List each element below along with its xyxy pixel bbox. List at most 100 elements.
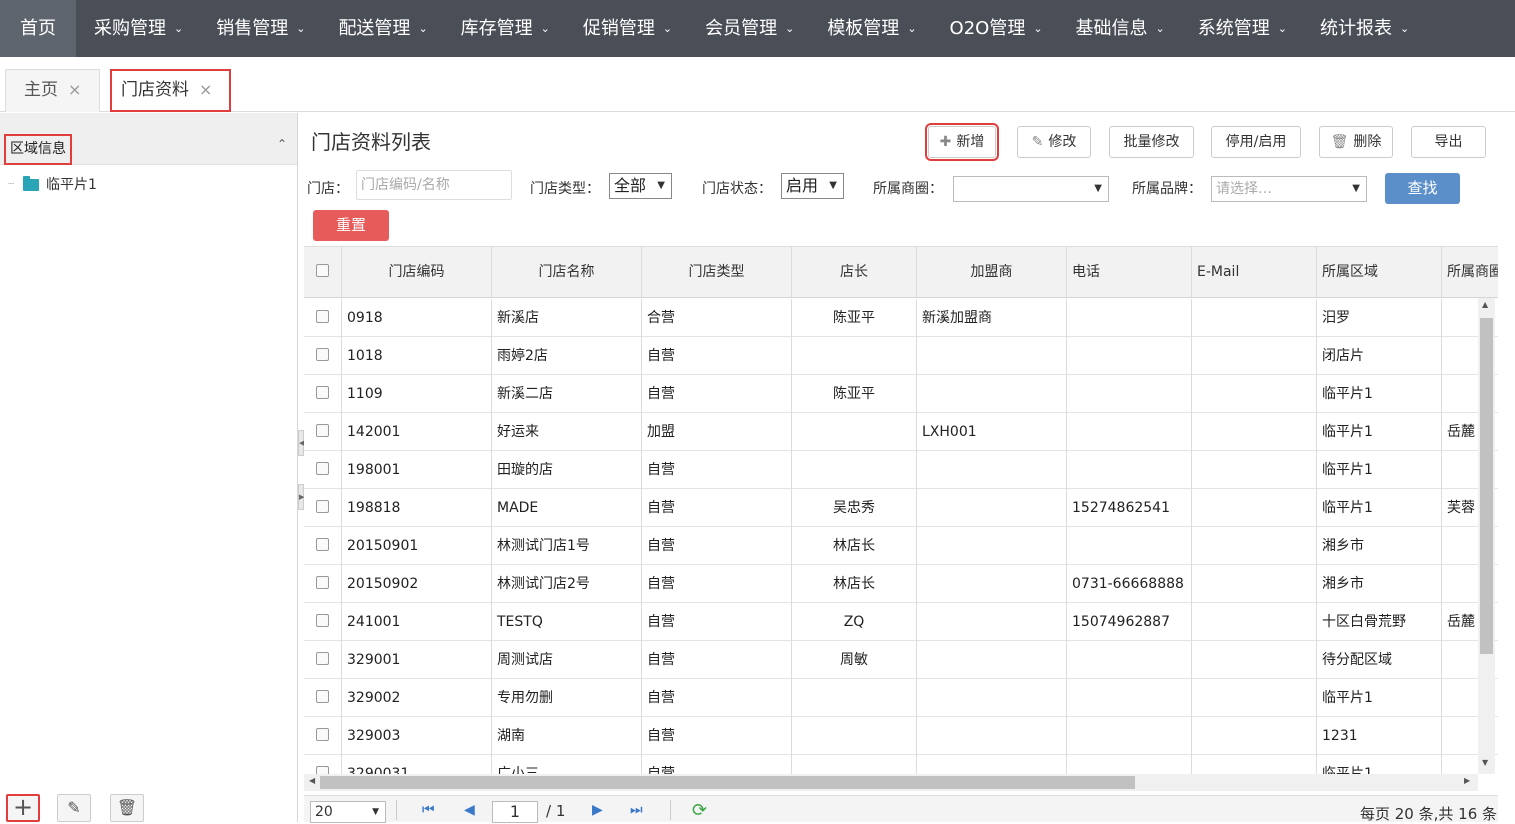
store-status-select[interactable]: 启用 ▼ bbox=[781, 173, 844, 199]
tree-node-region[interactable]: ┈ 临平片1 bbox=[8, 175, 97, 195]
tab-store-info[interactable]: 门店资料 × bbox=[110, 69, 231, 112]
nav-item[interactable]: 库存管理 ⌄ bbox=[443, 0, 565, 57]
row-checkbox[interactable] bbox=[316, 690, 329, 703]
column-header[interactable]: 门店名称 bbox=[492, 247, 642, 298]
nav-item-label: 配送管理 bbox=[338, 18, 411, 39]
table-row[interactable]: 241001 TESTQ 自营 ZQ 15074962887 十区白骨荒野 岳麓 bbox=[304, 603, 1498, 641]
column-header[interactable]: 门店编码 bbox=[342, 247, 492, 298]
tab-home[interactable]: 主页 × bbox=[5, 69, 100, 112]
delete-button[interactable]: 🗑 删除 bbox=[1319, 126, 1393, 158]
delete-button-label: 删除 bbox=[1353, 134, 1382, 150]
table-cell: MADE bbox=[492, 489, 642, 527]
batch-edit-button[interactable]: 批量修改 bbox=[1109, 126, 1194, 158]
store-type-select[interactable]: 全部 ▼ bbox=[609, 173, 672, 199]
row-checkbox[interactable] bbox=[316, 348, 329, 361]
nav-item[interactable]: 基础信息 ⌄ bbox=[1058, 0, 1180, 57]
column-header[interactable]: 所属区域 bbox=[1317, 247, 1442, 298]
edit-button[interactable]: ✎ 修改 bbox=[1017, 126, 1091, 158]
toggle-status-button[interactable]: 停用/启用 bbox=[1211, 126, 1301, 158]
dropdown-arrow-icon: ▼ bbox=[372, 807, 379, 817]
delete-region-button[interactable]: 🗑 bbox=[110, 794, 144, 822]
nav-item[interactable]: 统计报表 ⌄ bbox=[1302, 0, 1424, 57]
export-button[interactable]: 导出 bbox=[1411, 126, 1486, 158]
column-header[interactable]: 所属商圈 bbox=[1442, 247, 1498, 298]
collapse-icon[interactable]: ⌃ bbox=[277, 137, 287, 151]
row-select-cell bbox=[304, 299, 342, 337]
close-icon[interactable]: × bbox=[199, 80, 212, 99]
store-search-input[interactable]: 门店编码/名称 bbox=[356, 170, 512, 200]
column-header[interactable]: 门店类型 bbox=[642, 247, 792, 298]
new-button[interactable]: ✚ 新增 bbox=[925, 123, 999, 161]
table-cell bbox=[917, 717, 1067, 755]
first-page-icon[interactable]: ⏮ bbox=[422, 802, 435, 818]
row-checkbox[interactable] bbox=[316, 728, 329, 741]
table-row[interactable]: 198818 MADE 自营 吴忠秀 15274862541 临平片1 芙蓉 bbox=[304, 489, 1498, 527]
nav-item[interactable]: 会员管理 ⌄ bbox=[687, 0, 809, 57]
nav-item[interactable]: O2O管理 ⌄ bbox=[932, 0, 1058, 57]
table-row[interactable]: 329003 湖南 自营 1231 bbox=[304, 717, 1498, 755]
horizontal-scrollbar[interactable]: ◀ ▶ bbox=[304, 774, 1478, 791]
row-checkbox[interactable] bbox=[316, 500, 329, 513]
horizontal-scroll-thumb[interactable] bbox=[320, 776, 1135, 789]
store-status-value: 启用 bbox=[786, 176, 819, 195]
column-header[interactable]: 电话 bbox=[1067, 247, 1192, 298]
search-button[interactable]: 查找 bbox=[1385, 173, 1460, 204]
table-row[interactable]: 329001 周测试店 自营 周敏 待分配区域 bbox=[304, 641, 1498, 679]
scroll-left-icon[interactable]: ◀ bbox=[309, 776, 315, 785]
nav-item[interactable]: 销售管理 ⌄ bbox=[198, 0, 320, 57]
nav-item[interactable]: 模板管理 ⌄ bbox=[809, 0, 931, 57]
nav-item[interactable]: 促销管理 ⌄ bbox=[565, 0, 687, 57]
table-cell: 329002 bbox=[342, 679, 492, 717]
table-cell: 林店长 bbox=[792, 527, 917, 565]
column-header[interactable]: 店长 bbox=[792, 247, 917, 298]
row-checkbox[interactable] bbox=[316, 652, 329, 665]
next-page-icon[interactable]: ▶ bbox=[592, 802, 603, 818]
tree-connector: ┈ bbox=[8, 179, 16, 190]
refresh-icon[interactable]: ⟳ bbox=[692, 800, 707, 821]
last-page-icon[interactable]: ⏭ bbox=[630, 802, 643, 818]
row-checkbox[interactable] bbox=[316, 310, 329, 323]
row-checkbox[interactable] bbox=[316, 766, 329, 774]
nav-item[interactable]: 采购管理 ⌄ bbox=[76, 0, 198, 57]
reset-button[interactable]: 重置 bbox=[313, 210, 389, 241]
table-row[interactable]: 198001 田璇的店 自营 临平片1 bbox=[304, 451, 1498, 489]
row-checkbox[interactable] bbox=[316, 614, 329, 627]
close-icon[interactable]: × bbox=[68, 80, 81, 99]
brand-select[interactable]: 请选择… ▼ bbox=[1211, 176, 1367, 202]
edit-region-button[interactable]: ✎ bbox=[57, 794, 91, 822]
scroll-down-icon[interactable]: ▼ bbox=[1482, 758, 1488, 767]
row-checkbox[interactable] bbox=[316, 462, 329, 475]
table-cell: 自营 bbox=[642, 489, 792, 527]
business-circle-select[interactable]: ▼ bbox=[953, 176, 1109, 202]
column-header[interactable]: E-Mail bbox=[1192, 247, 1317, 298]
row-checkbox[interactable] bbox=[316, 386, 329, 399]
page-number-input[interactable]: 1 bbox=[492, 801, 538, 823]
row-checkbox[interactable] bbox=[316, 424, 329, 437]
table-row[interactable]: 20150902 林测试门店2号 自营 林店长 0731-66668888 湘乡市 bbox=[304, 565, 1498, 603]
scroll-right-icon[interactable]: ▶ bbox=[1464, 776, 1470, 785]
table-cell: LXH001 bbox=[917, 413, 1067, 451]
table-row[interactable]: 20150901 林测试门店1号 自营 林店长 湘乡市 bbox=[304, 527, 1498, 565]
table-row[interactable]: 142001 好运来 加盟 LXH001 临平片1 岳麓 bbox=[304, 413, 1498, 451]
page-size-select[interactable]: 20 ▼ bbox=[310, 801, 386, 823]
nav-item[interactable]: 系统管理 ⌄ bbox=[1180, 0, 1302, 57]
tree-node-label: 临平片1 bbox=[46, 177, 97, 193]
nav-item[interactable]: 配送管理 ⌄ bbox=[320, 0, 442, 57]
add-region-button[interactable]: + bbox=[6, 794, 40, 822]
row-checkbox[interactable] bbox=[316, 538, 329, 551]
table-cell: 15074962887 bbox=[1067, 603, 1192, 641]
row-checkbox[interactable] bbox=[316, 576, 329, 589]
table-row[interactable]: 329002 专用勿删 自营 临平片1 bbox=[304, 679, 1498, 717]
table-row[interactable]: 1109 新溪二店 自营 陈亚平 临平片1 bbox=[304, 375, 1498, 413]
scroll-up-icon[interactable]: ▲ bbox=[1482, 300, 1488, 309]
vertical-scrollbar[interactable]: ▲ ▼ bbox=[1478, 298, 1495, 774]
column-header[interactable]: 加盟商 bbox=[917, 247, 1067, 298]
table-cell: 临平片1 bbox=[1317, 755, 1442, 774]
prev-page-icon[interactable]: ◀ bbox=[464, 802, 475, 818]
nav-item[interactable]: 首页 bbox=[0, 0, 76, 57]
vertical-scroll-thumb[interactable] bbox=[1480, 318, 1493, 654]
table-row[interactable]: 1018 雨婷2店 自营 闭店片 bbox=[304, 337, 1498, 375]
table-row[interactable]: 3290031 广小三 自营 临平片1 bbox=[304, 755, 1498, 774]
table-row[interactable]: 0918 新溪店 合营 陈亚平 新溪加盟商 汨罗 bbox=[304, 299, 1498, 337]
select-all-checkbox[interactable] bbox=[316, 264, 329, 277]
